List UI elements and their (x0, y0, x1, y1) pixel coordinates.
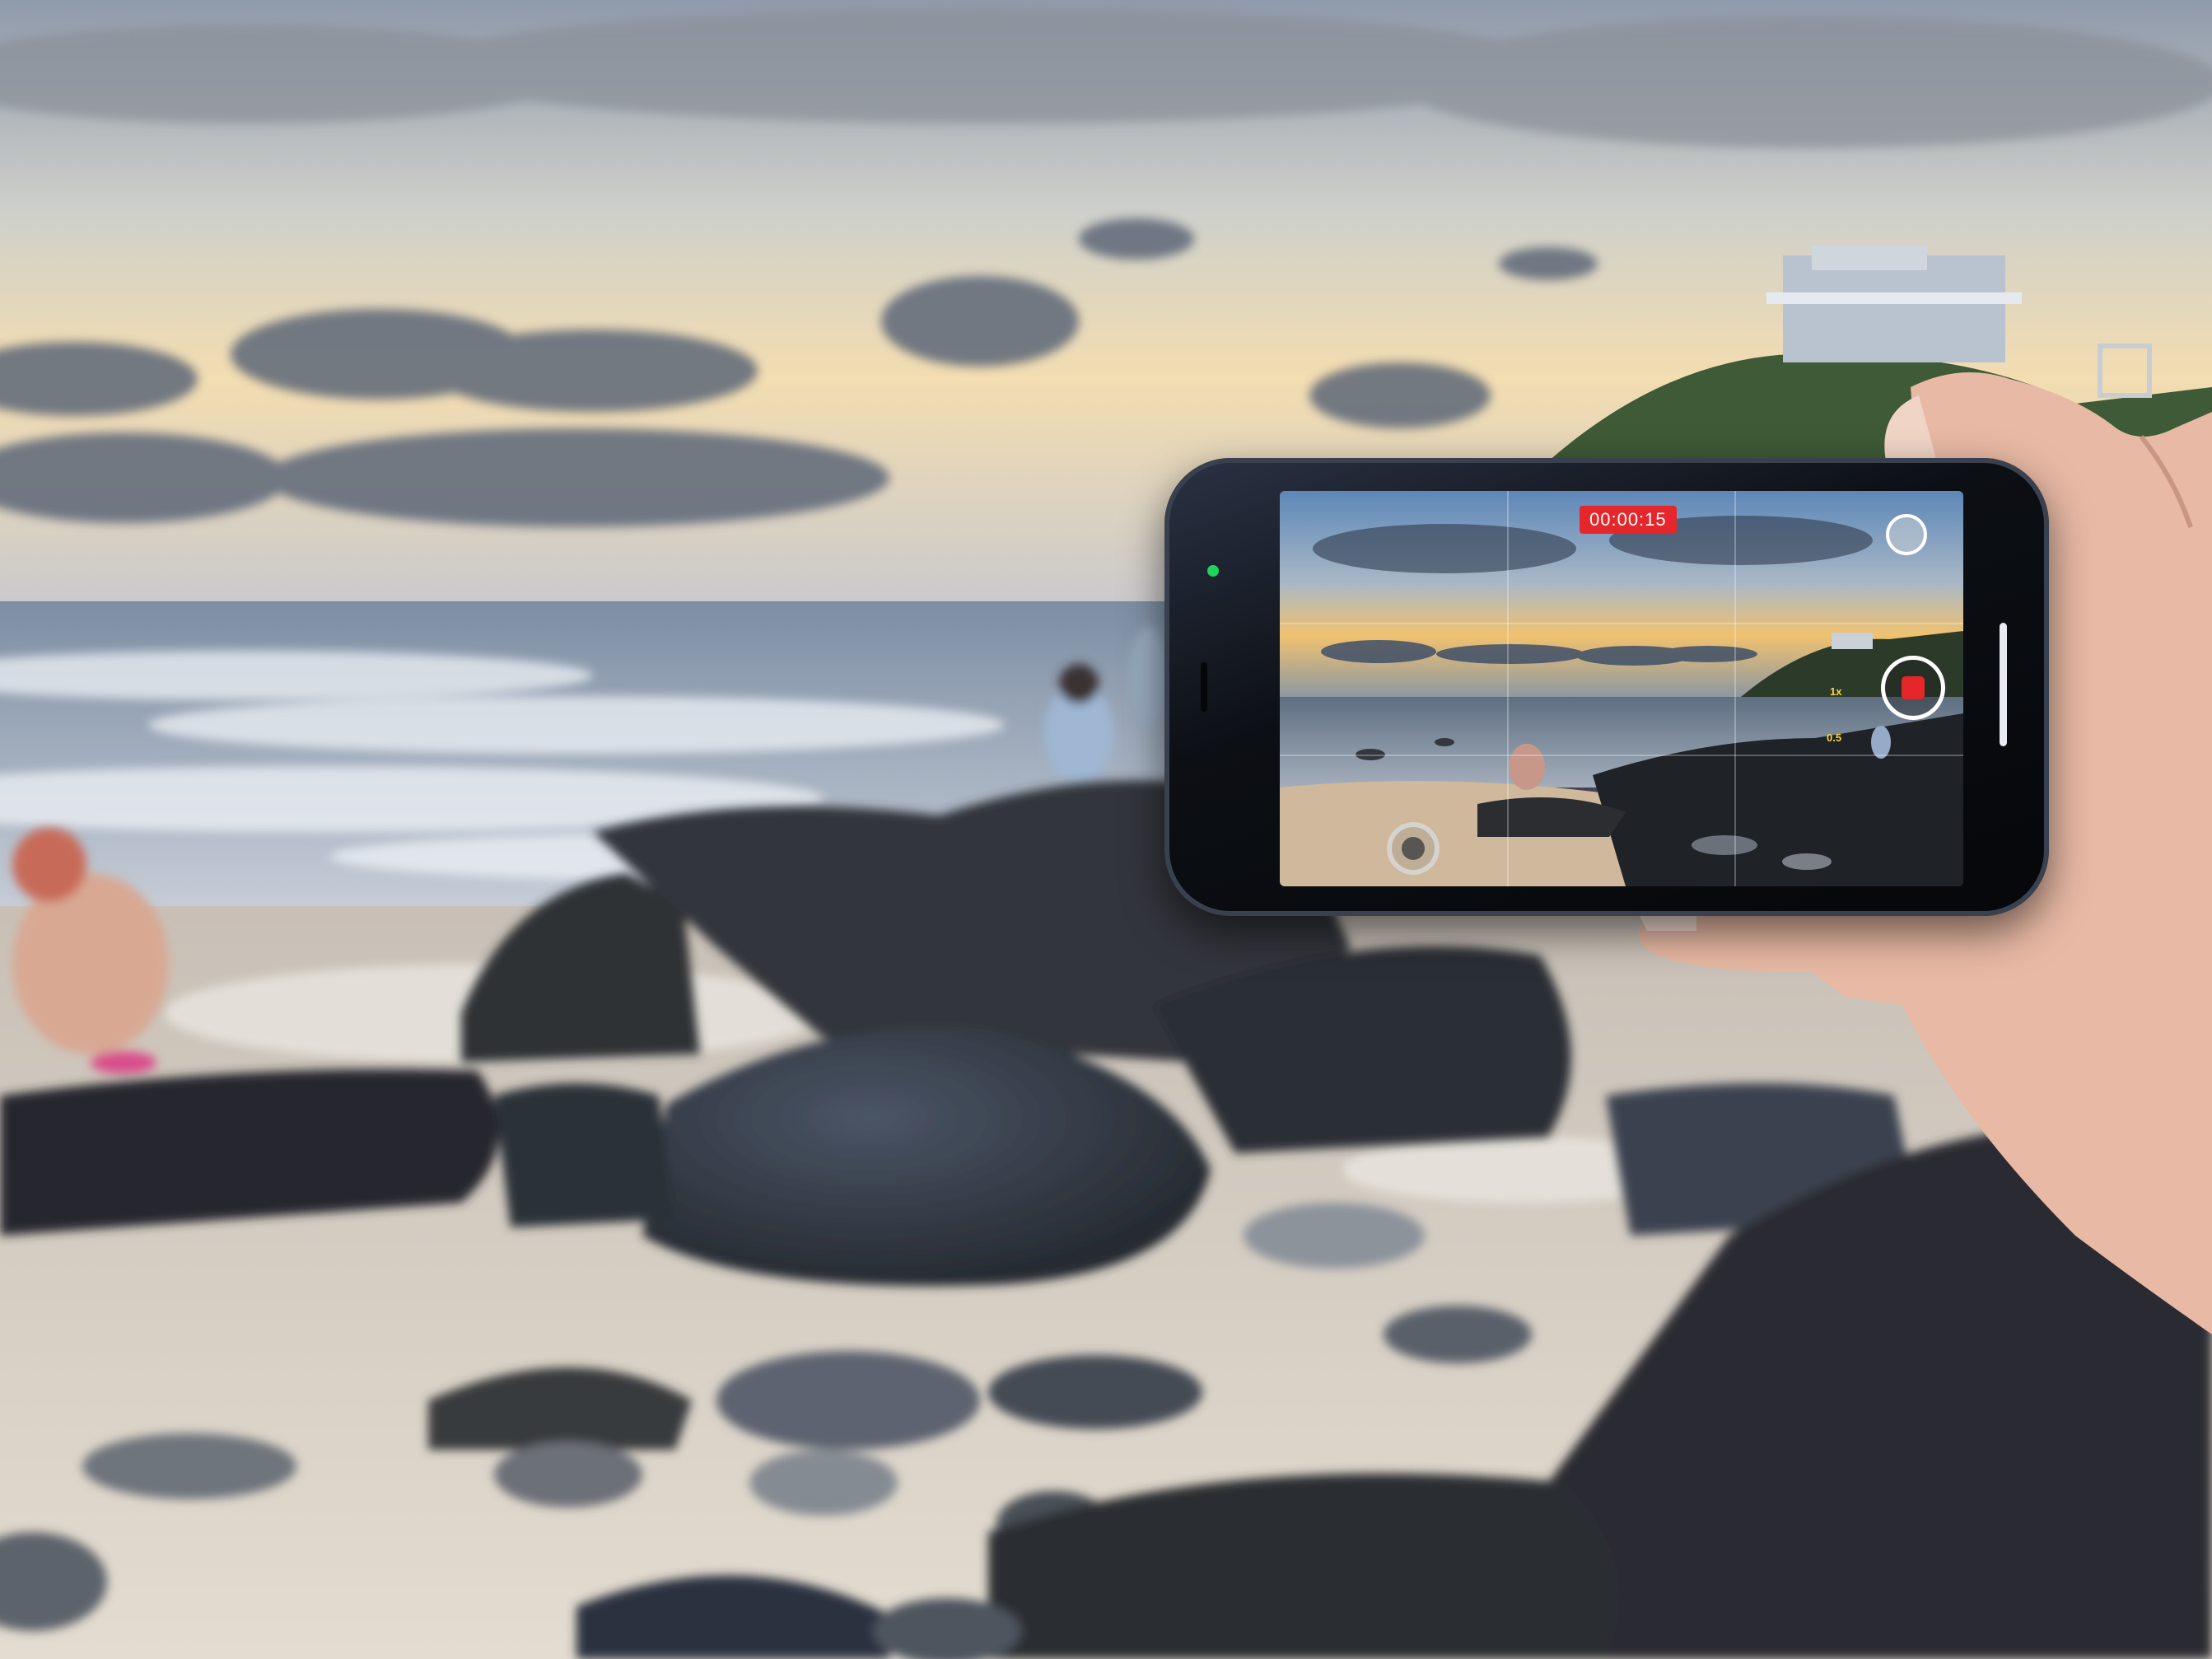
focus-ring-icon[interactable] (1387, 822, 1440, 875)
grid-line (1280, 755, 1963, 756)
front-camera-indicator-icon (1207, 565, 1219, 577)
speaker-grille (1201, 662, 1207, 712)
zoom-1x-label[interactable]: 1x (1830, 685, 1841, 698)
grid-line (1734, 491, 1736, 886)
home-indicator-bar[interactable] (2000, 623, 2007, 746)
recording-timer: 00:00:15 (1580, 506, 1677, 534)
smartphone: 00:00:15 1x 0.5 (1164, 458, 2049, 916)
flip-camera-icon[interactable] (1886, 514, 1927, 555)
viewfinder-scene-svg (1280, 491, 1963, 886)
record-stop-icon (1902, 676, 1925, 699)
camera-viewfinder[interactable]: 00:00:15 1x 0.5 (1280, 491, 1963, 886)
building (1783, 255, 2005, 362)
grid-line (1280, 623, 1963, 624)
record-button[interactable] (1881, 656, 1945, 720)
grid-line (1507, 491, 1509, 886)
zoom-half-label[interactable]: 0.5 (1827, 731, 1841, 744)
